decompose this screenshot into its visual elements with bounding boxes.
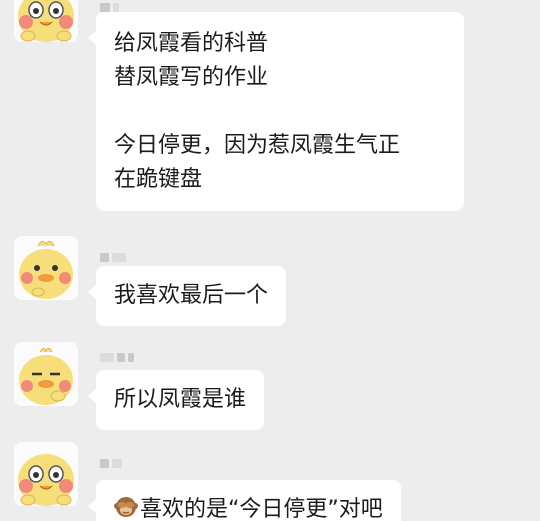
chat-window: 给凤霞看的科普 替凤霞写的作业 今日停更，因为惹凤霞生气正 在跪键盘 我喜欢最后… xyxy=(0,0,540,521)
message-text: 喜欢的是“今日停更”对吧 xyxy=(140,497,383,521)
message-text-line: 在跪键盘 xyxy=(114,167,203,192)
sender-name-redacted xyxy=(100,250,126,264)
message-text-line: 今日停更，因为惹凤霞生气正 xyxy=(114,133,401,158)
message-bubble[interactable]: 喜欢的是“今日停更”对吧 xyxy=(88,480,401,521)
message-bubble[interactable]: 我喜欢最后一个 xyxy=(87,266,287,326)
duck-avatar-icon xyxy=(14,0,78,42)
avatar[interactable] xyxy=(14,236,78,300)
sender-name-redacted xyxy=(100,456,122,470)
message-text-line: 喜欢的是“今日停更”对吧 xyxy=(114,493,383,521)
sender-name-redacted xyxy=(100,350,134,364)
duck-avatar-icon xyxy=(14,442,78,506)
message-text-line: 我喜欢最后一个 xyxy=(114,283,269,308)
duck-avatar-icon xyxy=(14,236,78,300)
message-text-line: 给凤霞看的科普 xyxy=(114,31,269,56)
avatar[interactable] xyxy=(14,0,78,42)
avatar[interactable] xyxy=(14,442,78,506)
message-text-line: 所以凤霞是谁 xyxy=(114,387,247,412)
message-text-line xyxy=(114,95,446,129)
avatar[interactable] xyxy=(14,342,78,406)
message-text-line: 替凤霞写的作业 xyxy=(114,65,269,90)
duck-avatar-icon xyxy=(14,342,78,406)
message-bubble[interactable]: 给凤霞看的科普 替凤霞写的作业 今日停更，因为惹凤霞生气正 在跪键盘 xyxy=(88,12,464,211)
message-bubble[interactable]: 所以凤霞是谁 xyxy=(87,370,265,430)
see-no-evil-monkey-icon xyxy=(114,497,138,517)
